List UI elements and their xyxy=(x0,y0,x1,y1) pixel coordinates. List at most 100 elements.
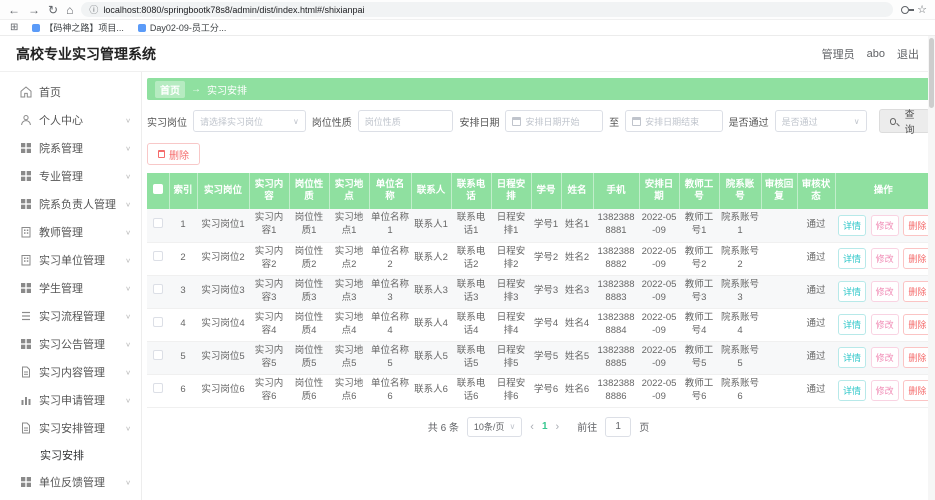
chevron-down-icon: ∨ xyxy=(509,422,515,431)
column-header: 索引 xyxy=(169,173,197,209)
edit-button[interactable]: 修改 xyxy=(871,281,899,302)
sidebar-item[interactable]: 实习申请管理 ∨ xyxy=(0,386,141,414)
home-nav-icon[interactable]: ⌂ xyxy=(66,4,73,16)
sidebar-item[interactable]: 实习单位管理 ∨ xyxy=(0,246,141,274)
cell-actions: 详情 修改 删除 xyxy=(835,308,931,341)
detail-button[interactable]: 详情 xyxy=(838,248,866,269)
detail-button[interactable]: 详情 xyxy=(838,380,866,401)
sidebar-item[interactable]: 院系管理 ∨ xyxy=(0,134,141,162)
cell-schedule: 日程安排1 xyxy=(491,209,531,242)
browser-nav-bar: ← → ↻ ⌂ ⓘ localhost:8080/springbootk78s8… xyxy=(0,0,935,20)
sidebar-item[interactable]: 单位反馈管理 ∨ xyxy=(0,468,141,496)
home-icon xyxy=(20,86,32,98)
row-checkbox[interactable] xyxy=(153,350,163,360)
cell-date: 2022-05-09 xyxy=(639,209,679,242)
bookmark-label: 【码神之路】项目... xyxy=(44,21,124,34)
bulk-delete-button[interactable]: 删除 xyxy=(147,143,200,165)
cell-schedule: 日程安排2 xyxy=(491,242,531,275)
cell-dept-account: 院系账号3 xyxy=(719,275,761,308)
goto-label: 前往 xyxy=(577,419,597,434)
goto-page-input[interactable]: 1 xyxy=(605,417,631,437)
scrollbar-thumb[interactable] xyxy=(929,38,934,108)
sidebar-item[interactable]: 首页 ∨ xyxy=(0,78,141,106)
username-label: abo xyxy=(867,48,885,60)
apps-grid-icon[interactable]: ⊞ xyxy=(10,22,18,33)
row-checkbox[interactable] xyxy=(153,251,163,261)
logout-link[interactable]: 退出 xyxy=(897,46,919,62)
page-scrollbar[interactable] xyxy=(928,36,935,500)
search-button[interactable]: 查询 xyxy=(879,109,930,133)
cell-schedule: 日程安排3 xyxy=(491,275,531,308)
cell-date: 2022-05-09 xyxy=(639,308,679,341)
cell-review-status: 通过 xyxy=(797,374,835,407)
next-page-icon[interactable]: › xyxy=(556,421,560,433)
table-row: 2 实习岗位2 实习内容2 岗位性质2 实习地点2 单位名称2 联系人2 联系电… xyxy=(147,242,931,275)
edit-button[interactable]: 修改 xyxy=(871,380,899,401)
reload-icon[interactable]: ↻ xyxy=(48,4,58,16)
cell-student-no: 学号5 xyxy=(531,341,561,374)
edit-button[interactable]: 修改 xyxy=(871,314,899,335)
edit-button[interactable]: 修改 xyxy=(871,347,899,368)
breadcrumb-home[interactable]: 首页 xyxy=(155,81,185,98)
page-number[interactable]: 1 xyxy=(542,421,548,432)
column-header: 教师工号 xyxy=(679,173,719,209)
row-checkbox[interactable] xyxy=(153,218,163,228)
detail-button[interactable]: 详情 xyxy=(838,215,866,236)
grid-icon xyxy=(20,476,32,488)
row-select-cell xyxy=(147,209,169,242)
url-text: localhost:8080/springbootk78s8/admin/dis… xyxy=(103,5,364,15)
detail-button[interactable]: 详情 xyxy=(838,281,866,302)
date-end-input[interactable]: 安排日期结束 xyxy=(625,110,723,132)
bookmark-icon xyxy=(138,24,146,32)
select-all-checkbox[interactable] xyxy=(153,184,163,194)
sidebar-subitem[interactable]: 实习安排 xyxy=(0,442,141,468)
sidebar-item[interactable]: 实习公告管理 ∨ xyxy=(0,330,141,358)
chevron-down-icon: ∨ xyxy=(125,172,131,179)
detail-button[interactable]: 详情 xyxy=(838,314,866,335)
cell-teacher-no: 教师工号3 xyxy=(679,275,719,308)
detail-button[interactable]: 详情 xyxy=(838,347,866,368)
url-bar[interactable]: ⓘ localhost:8080/springbootk78s8/admin/d… xyxy=(81,2,893,17)
back-icon[interactable]: ← xyxy=(8,4,20,16)
cell-place: 实习地点5 xyxy=(329,341,369,374)
sidebar-item[interactable]: 实习流程管理 ∨ xyxy=(0,302,141,330)
edit-button[interactable]: 修改 xyxy=(871,215,899,236)
cell-contact: 联系人1 xyxy=(411,209,451,242)
cell-student-no: 学号4 xyxy=(531,308,561,341)
row-checkbox[interactable] xyxy=(153,383,163,393)
cell-review-reply xyxy=(761,308,797,341)
cell-content: 实习内容5 xyxy=(249,341,289,374)
bookmark-item[interactable]: Day02-09-员工分... xyxy=(138,21,227,34)
column-header: 手机 xyxy=(593,173,639,209)
row-checkbox[interactable] xyxy=(153,317,163,327)
sidebar-item[interactable]: 学生管理 ∨ xyxy=(0,274,141,302)
forward-icon[interactable]: → xyxy=(28,4,40,16)
page-size-select[interactable]: 10条/页 ∨ xyxy=(467,417,522,437)
sidebar-item[interactable]: 实习安排管理 ∨ xyxy=(0,414,141,442)
sidebar-item[interactable]: 院系负责人管理 ∨ xyxy=(0,190,141,218)
bookmark-star-icon[interactable]: ☆ xyxy=(917,3,927,16)
cell-name: 姓名2 xyxy=(561,242,593,275)
grid-icon xyxy=(20,282,32,294)
bookmark-item[interactable]: 【码神之路】项目... xyxy=(32,21,124,34)
passwords-icon[interactable] xyxy=(901,6,909,14)
date-start-input[interactable]: 安排日期开始 xyxy=(505,110,603,132)
cell-contact: 联系人6 xyxy=(411,374,451,407)
edit-button[interactable]: 修改 xyxy=(871,248,899,269)
user-role-label: 管理员 xyxy=(822,46,855,62)
sidebar-item[interactable]: 实习内容管理 ∨ xyxy=(0,358,141,386)
cell-dept-account: 院系账号4 xyxy=(719,308,761,341)
site-info-icon[interactable]: ⓘ xyxy=(89,3,98,16)
prev-page-icon[interactable]: ‹ xyxy=(530,421,534,433)
sidebar-item[interactable]: 个人中心 ∨ xyxy=(0,106,141,134)
cell-date: 2022-05-09 xyxy=(639,275,679,308)
sidebar-item[interactable]: 教师管理 ∨ xyxy=(0,218,141,246)
bookmark-label: Day02-09-员工分... xyxy=(150,21,227,34)
job-select[interactable]: 请选择实习岗位 ∨ xyxy=(193,110,306,132)
row-checkbox[interactable] xyxy=(153,284,163,294)
column-header: 审核状态 xyxy=(797,173,835,209)
sidebar-item[interactable]: 专业管理 ∨ xyxy=(0,162,141,190)
cell-index: 2 xyxy=(169,242,197,275)
pass-select[interactable]: 是否通过 ∨ xyxy=(775,110,867,132)
nature-input[interactable]: 岗位性质 xyxy=(358,110,454,132)
